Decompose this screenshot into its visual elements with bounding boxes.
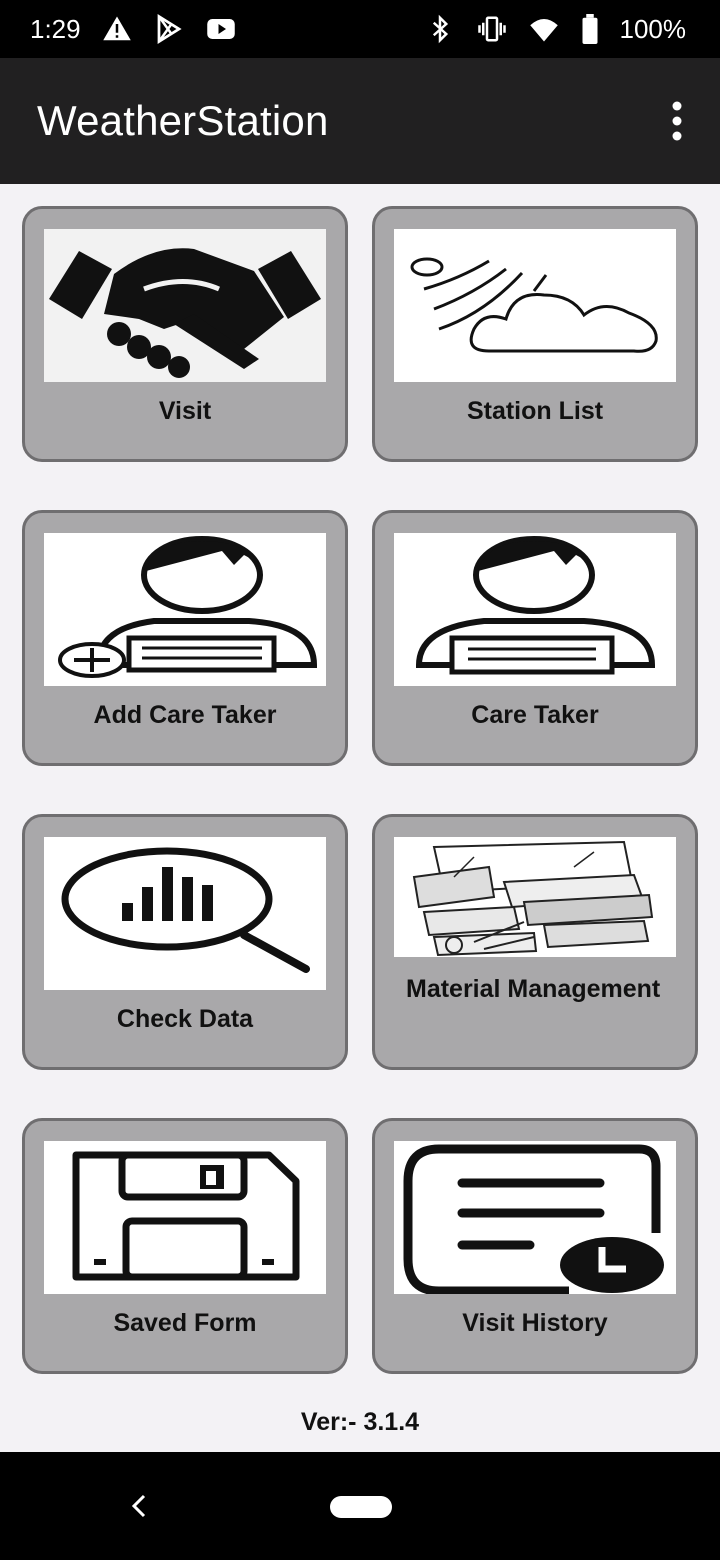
status-bar: 1:29 100% bbox=[0, 0, 720, 58]
bluetooth-icon bbox=[424, 13, 456, 45]
tile-label: Check Data bbox=[116, 1005, 254, 1033]
history-document-icon bbox=[394, 1141, 676, 1294]
floppy-disk-icon bbox=[44, 1141, 326, 1294]
menu-grid: Visit Station List Add Care Taker Care T… bbox=[22, 206, 698, 1374]
weather-cloud-icon bbox=[394, 229, 676, 382]
tile-care-taker[interactable]: Care Taker bbox=[372, 510, 698, 766]
battery-percent: 100% bbox=[619, 13, 687, 44]
tile-station-list[interactable]: Station List bbox=[372, 206, 698, 462]
tile-check-data[interactable]: Check Data bbox=[22, 814, 348, 1070]
version-label: Ver:- 3.1.4 bbox=[300, 1408, 420, 1436]
handshake-icon bbox=[44, 229, 326, 382]
wifi-icon bbox=[528, 13, 560, 45]
person-icon bbox=[394, 533, 676, 686]
tile-label: Saved Form bbox=[113, 1309, 257, 1337]
back-icon bbox=[131, 1494, 146, 1518]
tile-label: Add Care Taker bbox=[93, 701, 277, 729]
tile-label: Visit History bbox=[462, 1309, 608, 1337]
tile-add-care-taker[interactable]: Add Care Taker bbox=[22, 510, 348, 766]
status-time: 1:29 bbox=[30, 13, 81, 44]
tile-label: Care Taker bbox=[471, 701, 599, 729]
magnifier-chart-icon bbox=[44, 837, 326, 990]
youtube-icon bbox=[205, 13, 237, 45]
overflow-menu-button[interactable] bbox=[662, 96, 692, 146]
tile-visit-history[interactable]: Visit History bbox=[372, 1118, 698, 1374]
tile-label: Visit bbox=[158, 397, 212, 425]
materials-pile-icon bbox=[394, 837, 676, 957]
navigation-bar bbox=[0, 1452, 720, 1560]
play-store-icon bbox=[153, 13, 185, 45]
add-person-icon bbox=[44, 533, 326, 686]
status-right: 100% bbox=[424, 13, 687, 45]
tile-saved-form[interactable]: Saved Form bbox=[22, 1118, 348, 1374]
battery-icon bbox=[580, 13, 600, 45]
home-button[interactable] bbox=[330, 1496, 392, 1518]
app-title: WeatherStation bbox=[37, 97, 329, 144]
tile-label: Station List bbox=[466, 397, 604, 425]
tile-visit[interactable]: Visit bbox=[22, 206, 348, 462]
warning-icon bbox=[101, 13, 133, 45]
more-vert-icon bbox=[672, 101, 682, 141]
back-button[interactable] bbox=[124, 1490, 156, 1522]
tile-label: Material Management bbox=[406, 975, 661, 1003]
status-left: 1:29 bbox=[30, 13, 237, 45]
tile-material-management[interactable]: Material Management bbox=[372, 814, 698, 1070]
vibrate-icon bbox=[476, 13, 508, 45]
app-bar: WeatherStation bbox=[0, 58, 720, 184]
